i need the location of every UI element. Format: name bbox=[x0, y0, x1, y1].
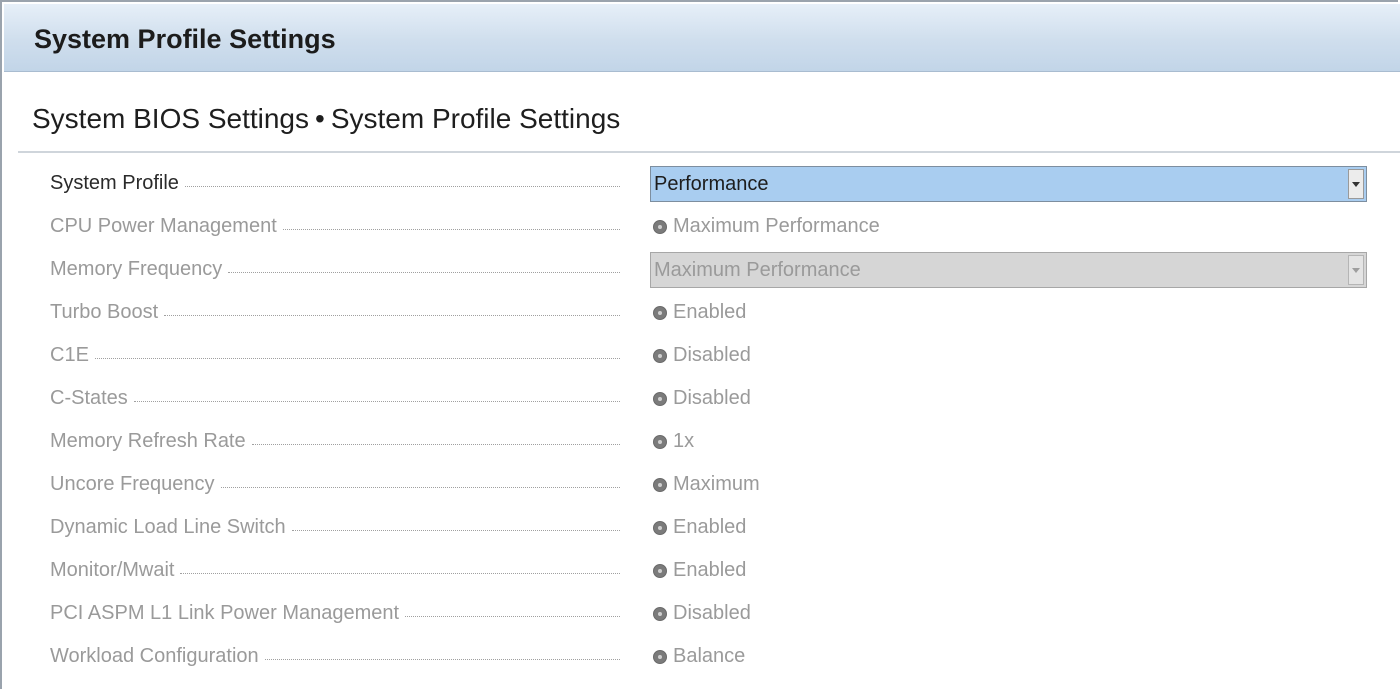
setting-row-c-states: C-States Disabled bbox=[50, 377, 1380, 420]
setting-row-cpu-power-management: CPU Power Management Maximum Performance bbox=[50, 205, 1380, 248]
setting-label: Memory Frequency bbox=[50, 258, 223, 280]
dotted-leader bbox=[220, 487, 620, 488]
monitor-mwait-radio: Enabled bbox=[650, 549, 746, 592]
system-profile-dropdown[interactable]: Performance bbox=[650, 166, 1367, 202]
radio-value: 1x bbox=[673, 430, 695, 452]
window-title: System Profile Settings bbox=[34, 24, 336, 54]
setting-label: Monitor/Mwait bbox=[50, 559, 175, 581]
title-bar: System Profile Settings bbox=[4, 4, 1400, 72]
radio-selected-icon bbox=[653, 434, 667, 449]
radio-value: Disabled bbox=[673, 602, 751, 624]
dotted-leader bbox=[94, 358, 620, 359]
breadcrumb-separator: • bbox=[315, 103, 325, 134]
setting-label-container: Workload Configuration bbox=[50, 635, 620, 678]
memory-frequency-dropdown: Maximum Performance bbox=[650, 252, 1367, 288]
setting-row-workload-configuration: Workload Configuration Balance bbox=[50, 635, 1380, 678]
setting-row-uncore-frequency: Uncore Frequency Maximum bbox=[50, 463, 1380, 506]
radio-selected-icon bbox=[653, 348, 667, 363]
radio-value: Balance bbox=[673, 645, 746, 667]
cpu-power-management-radio: Maximum Performance bbox=[650, 205, 880, 248]
radio-value: Maximum bbox=[673, 473, 760, 495]
c1e-radio: Disabled bbox=[650, 334, 751, 377]
radio-selected-icon bbox=[653, 477, 667, 492]
radio-selected-icon bbox=[653, 520, 667, 535]
radio-selected-icon bbox=[653, 305, 667, 320]
setting-label: System Profile bbox=[50, 172, 179, 194]
dotted-leader bbox=[180, 573, 620, 574]
uncore-frequency-radio: Maximum bbox=[650, 463, 760, 506]
workload-configuration-radio: Balance bbox=[650, 635, 745, 678]
setting-label: C1E bbox=[50, 344, 89, 366]
radio-value: Enabled bbox=[673, 516, 747, 538]
dotted-leader bbox=[291, 530, 620, 531]
setting-label-container: Uncore Frequency bbox=[50, 463, 620, 506]
dynamic-load-line-switch-radio: Enabled bbox=[650, 506, 746, 549]
setting-label-container: CPU Power Management bbox=[50, 205, 620, 248]
chevron-down-icon[interactable] bbox=[1348, 169, 1364, 199]
setting-row-turbo-boost: Turbo Boost Enabled bbox=[50, 291, 1380, 334]
radio-selected-icon bbox=[653, 606, 667, 621]
radio-selected-icon bbox=[653, 563, 667, 578]
setting-label-container: Turbo Boost bbox=[50, 291, 620, 334]
setting-label-container: Monitor/Mwait bbox=[50, 549, 620, 592]
setting-label-container: C-States bbox=[50, 377, 620, 420]
bios-settings-window: System Profile Settings System BIOS Sett… bbox=[0, 0, 1400, 689]
setting-row-memory-refresh-rate: Memory Refresh Rate 1x bbox=[50, 420, 1380, 463]
setting-row-system-profile: System Profile Performance bbox=[50, 162, 1380, 205]
setting-label-container: Memory Frequency bbox=[50, 248, 620, 291]
turbo-boost-radio: Enabled bbox=[650, 291, 746, 334]
dotted-leader bbox=[264, 659, 620, 660]
setting-label-container: Dynamic Load Line Switch bbox=[50, 506, 620, 549]
setting-label: CPU Power Management bbox=[50, 215, 277, 237]
dropdown-selected-value: Performance bbox=[654, 172, 769, 195]
dotted-leader bbox=[184, 186, 620, 187]
setting-label-container: PCI ASPM L1 Link Power Management bbox=[50, 592, 620, 635]
setting-label: Uncore Frequency bbox=[50, 473, 215, 495]
radio-selected-icon bbox=[653, 391, 667, 406]
pci-aspm-l1-radio: Disabled bbox=[650, 592, 751, 635]
radio-value: Enabled bbox=[673, 559, 747, 581]
setting-row-monitor-mwait: Monitor/Mwait Enabled bbox=[50, 549, 1380, 592]
chevron-down-icon bbox=[1348, 255, 1364, 285]
header-divider bbox=[18, 151, 1400, 153]
setting-label: Workload Configuration bbox=[50, 645, 259, 667]
setting-label: Memory Refresh Rate bbox=[50, 430, 246, 452]
radio-selected-icon bbox=[653, 219, 667, 234]
dotted-leader bbox=[228, 272, 620, 273]
setting-label: C-States bbox=[50, 387, 128, 409]
memory-refresh-rate-radio: 1x bbox=[650, 420, 694, 463]
setting-row-memory-frequency: Memory Frequency Maximum Performance bbox=[50, 248, 1380, 291]
setting-label-container: System Profile bbox=[50, 162, 620, 205]
breadcrumb: System BIOS Settings • System Profile Sett… bbox=[32, 103, 620, 135]
setting-row-pci-aspm-l1: PCI ASPM L1 Link Power Management Disabl… bbox=[50, 592, 1380, 635]
dotted-leader bbox=[282, 229, 620, 230]
breadcrumb-parent: System BIOS Settings bbox=[32, 103, 309, 134]
radio-value: Enabled bbox=[673, 301, 747, 323]
dotted-leader bbox=[405, 616, 620, 617]
setting-label-container: C1E bbox=[50, 334, 620, 377]
radio-value: Maximum Performance bbox=[673, 215, 880, 237]
breadcrumb-current: System Profile Settings bbox=[330, 103, 621, 134]
dotted-leader bbox=[251, 444, 620, 445]
setting-row-c1e: C1E Disabled bbox=[50, 334, 1380, 377]
setting-label: Turbo Boost bbox=[50, 301, 159, 323]
dropdown-selected-value: Maximum Performance bbox=[654, 258, 861, 281]
setting-label: PCI ASPM L1 Link Power Management bbox=[50, 602, 400, 624]
dotted-leader bbox=[133, 401, 620, 402]
setting-label: Dynamic Load Line Switch bbox=[50, 516, 286, 538]
dotted-leader bbox=[164, 315, 620, 316]
radio-selected-icon bbox=[653, 649, 667, 664]
radio-value: Disabled bbox=[673, 387, 751, 409]
radio-value: Disabled bbox=[673, 344, 751, 366]
setting-row-dynamic-load-line-switch: Dynamic Load Line Switch Enabled bbox=[50, 506, 1380, 549]
setting-label-container: Memory Refresh Rate bbox=[50, 420, 620, 463]
c-states-radio: Disabled bbox=[650, 377, 751, 420]
settings-list: System Profile Performance CPU Power Man… bbox=[50, 162, 1380, 678]
